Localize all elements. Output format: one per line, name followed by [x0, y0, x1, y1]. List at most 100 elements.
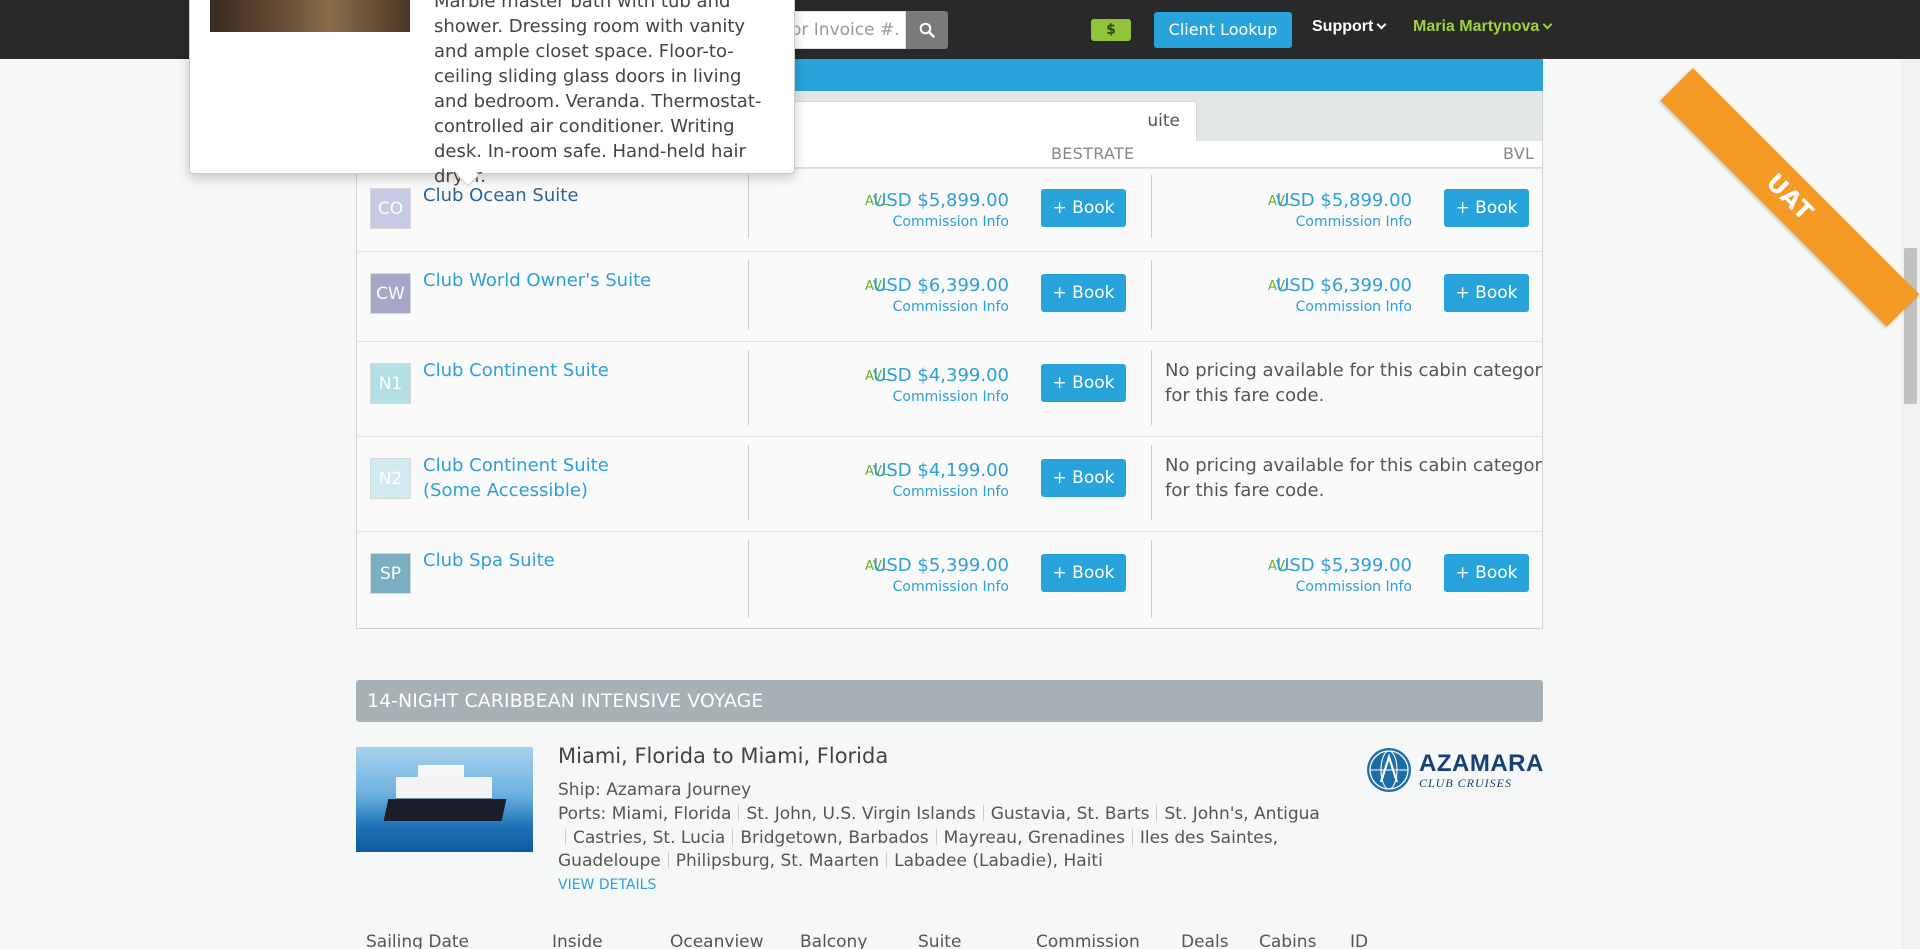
column-divider — [748, 445, 749, 520]
sailing-column-header[interactable]: Suite — [918, 932, 961, 949]
book-bvl-button[interactable]: + Book — [1444, 274, 1529, 312]
bestrate-price[interactable]: USD $6,399.00 — [873, 275, 1009, 296]
cabin-code-badge: CW — [370, 273, 411, 314]
commission-info-link[interactable]: Commission Info — [893, 484, 1009, 500]
book-bestrate-button[interactable]: + Book — [1041, 554, 1126, 592]
cabin-name-link[interactable]: Club Continent Suite (Some Accessible) — [423, 453, 663, 503]
commission-info-link[interactable]: Commission Info — [893, 579, 1009, 595]
commission-info-link[interactable]: Commission Info — [893, 389, 1009, 405]
port-item: Philipsburg, St. Maarten — [675, 851, 880, 871]
cabin-code-badge: CO — [370, 188, 411, 229]
search-input[interactable]: or Invoice #. — [780, 11, 906, 49]
cabin-code-badge: N2 — [370, 458, 411, 499]
port-separator — [738, 805, 740, 821]
cabin-code-badge: SP — [370, 553, 411, 594]
column-header-bvl: BVL — [1503, 144, 1535, 163]
port-separator — [565, 828, 566, 845]
sailing-column-header[interactable]: Balcony — [800, 932, 867, 949]
book-bestrate-button[interactable]: + Book — [1041, 274, 1126, 312]
sailing-column-header[interactable]: Sailing Date — [366, 932, 469, 949]
book-bestrate-button[interactable]: + Book — [1041, 189, 1126, 227]
bvl-price[interactable]: USD $6,399.00 — [1276, 275, 1412, 296]
cabin-description-popover: Marble master bath with tub and shower. … — [189, 0, 795, 187]
brand-name: AZAMARA — [1419, 750, 1544, 777]
book-bvl-button[interactable]: + Book — [1444, 189, 1529, 227]
port-item: Miami, Florida — [611, 804, 732, 824]
tab-suite[interactable]: uite — [777, 101, 1197, 141]
commission-info-link[interactable]: Commission Info — [1296, 214, 1412, 230]
user-menu[interactable]: Maria Martynova — [1413, 18, 1553, 36]
cabin-description: Marble master bath with tub and shower. … — [434, 0, 762, 187]
user-name: Maria Martynova — [1413, 18, 1540, 35]
sailing-column-header[interactable]: Inside — [552, 932, 603, 949]
port-item: St. John's, Antigua — [1164, 804, 1320, 824]
book-bestrate-button[interactable]: + Book — [1041, 364, 1126, 402]
commission-info-link[interactable]: Commission Info — [1296, 299, 1412, 315]
port-item: Gustavia, St. Barts — [990, 804, 1150, 824]
no-pricing-message: No pricing available for this cabin cate… — [1165, 455, 1543, 501]
book-bestrate-button[interactable]: + Book — [1041, 459, 1126, 497]
column-header-bestrate: BESTRATE — [1051, 144, 1135, 163]
column-divider — [748, 540, 749, 618]
port-separator — [935, 828, 937, 845]
port-item: Castries, St. Lucia — [573, 827, 726, 848]
support-menu[interactable]: Support — [1312, 18, 1387, 36]
column-divider — [1151, 445, 1152, 520]
view-details-link[interactable]: VIEW DETAILS — [558, 877, 656, 893]
no-pricing-message: No pricing available for this cabin cate… — [1165, 360, 1543, 406]
cabin-row: N1 Club Continent Suite AVL USD $4,399.00 Co… — [357, 341, 1542, 436]
port-separator — [732, 828, 734, 845]
sailing-column-header[interactable]: ID — [1350, 932, 1368, 949]
voyage-title: 14-NIGHT CARIBBEAN INTENSIVE VOYAGE — [356, 680, 1543, 722]
bestrate-price[interactable]: USD $5,899.00 — [873, 190, 1009, 211]
port-separator — [886, 852, 888, 868]
sailing-column-header[interactable]: Oceanview — [670, 932, 764, 949]
sailing-column-header[interactable]: Cabins — [1259, 932, 1316, 949]
globe-icon — [1367, 748, 1411, 792]
port-item: St. John, U.S. Virgin Islands — [746, 804, 976, 824]
cabin-row: SP Club Spa Suite AVL USD $5,399.00 Commissi… — [357, 531, 1542, 628]
cabin-row: N2 Club Continent Suite (Some Accessible)… — [357, 436, 1542, 531]
column-divider — [1151, 175, 1152, 238]
ship-photo[interactable] — [356, 747, 533, 852]
commission-info-link[interactable]: Commission Info — [893, 299, 1009, 315]
ship-decks — [396, 777, 492, 801]
cabin-name-link[interactable]: Club World Owner's Suite — [423, 268, 663, 293]
port-item: Bridgetown, Barbados — [740, 827, 929, 848]
commission-info-link[interactable]: Commission Info — [1296, 579, 1412, 595]
client-lookup-button[interactable]: Client Lookup — [1154, 12, 1292, 48]
page-scrollbar[interactable] — [1901, 0, 1920, 949]
port-item: Labadee (Labadie), Haiti — [894, 851, 1103, 871]
column-divider — [748, 350, 749, 425]
cabin-name-link[interactable]: Club Continent Suite — [423, 358, 663, 383]
scrollbar-thumb[interactable] — [1904, 248, 1917, 404]
sailing-column-header[interactable]: Commission — [1036, 932, 1140, 949]
column-divider — [1151, 540, 1152, 618]
bvl-price[interactable]: USD $5,399.00 — [1276, 555, 1412, 576]
commission-info-link[interactable]: Commission Info — [893, 214, 1009, 230]
sailing-column-header[interactable]: Deals — [1181, 932, 1229, 949]
search-button[interactable] — [906, 11, 948, 49]
cabin-row: CW Club World Owner's Suite AVL USD $6,399.… — [357, 251, 1542, 341]
chevron-down-icon — [1376, 19, 1387, 30]
ship-hull — [383, 799, 507, 821]
bestrate-price[interactable]: USD $4,399.00 — [873, 365, 1009, 386]
cabin-code-badge: N1 — [370, 363, 411, 404]
book-bvl-button[interactable]: + Book — [1444, 554, 1529, 592]
cabin-photo — [210, 0, 410, 32]
bvl-price[interactable]: USD $5,899.00 — [1276, 190, 1412, 211]
bestrate-price[interactable]: USD $4,199.00 — [873, 460, 1009, 481]
port-item: Mayreau, Grenadines — [943, 827, 1125, 848]
cabin-name-link[interactable]: Club Spa Suite — [423, 548, 663, 573]
column-divider — [1151, 350, 1152, 425]
chevron-down-icon — [1542, 19, 1553, 30]
dollar-badge[interactable]: $ — [1091, 19, 1131, 41]
column-divider — [748, 260, 749, 330]
azamara-logo: AZAMARA CLUB CRUISES — [1367, 748, 1543, 794]
voyage-ports: Ports: Miami, Florida St. John, U.S. Virg… — [558, 803, 1328, 874]
search-icon — [919, 22, 935, 38]
port-separator — [1131, 828, 1133, 845]
bestrate-price[interactable]: USD $5,399.00 — [873, 555, 1009, 576]
support-label: Support — [1312, 18, 1374, 35]
brand-subtitle: CLUB CRUISES — [1419, 776, 1512, 790]
